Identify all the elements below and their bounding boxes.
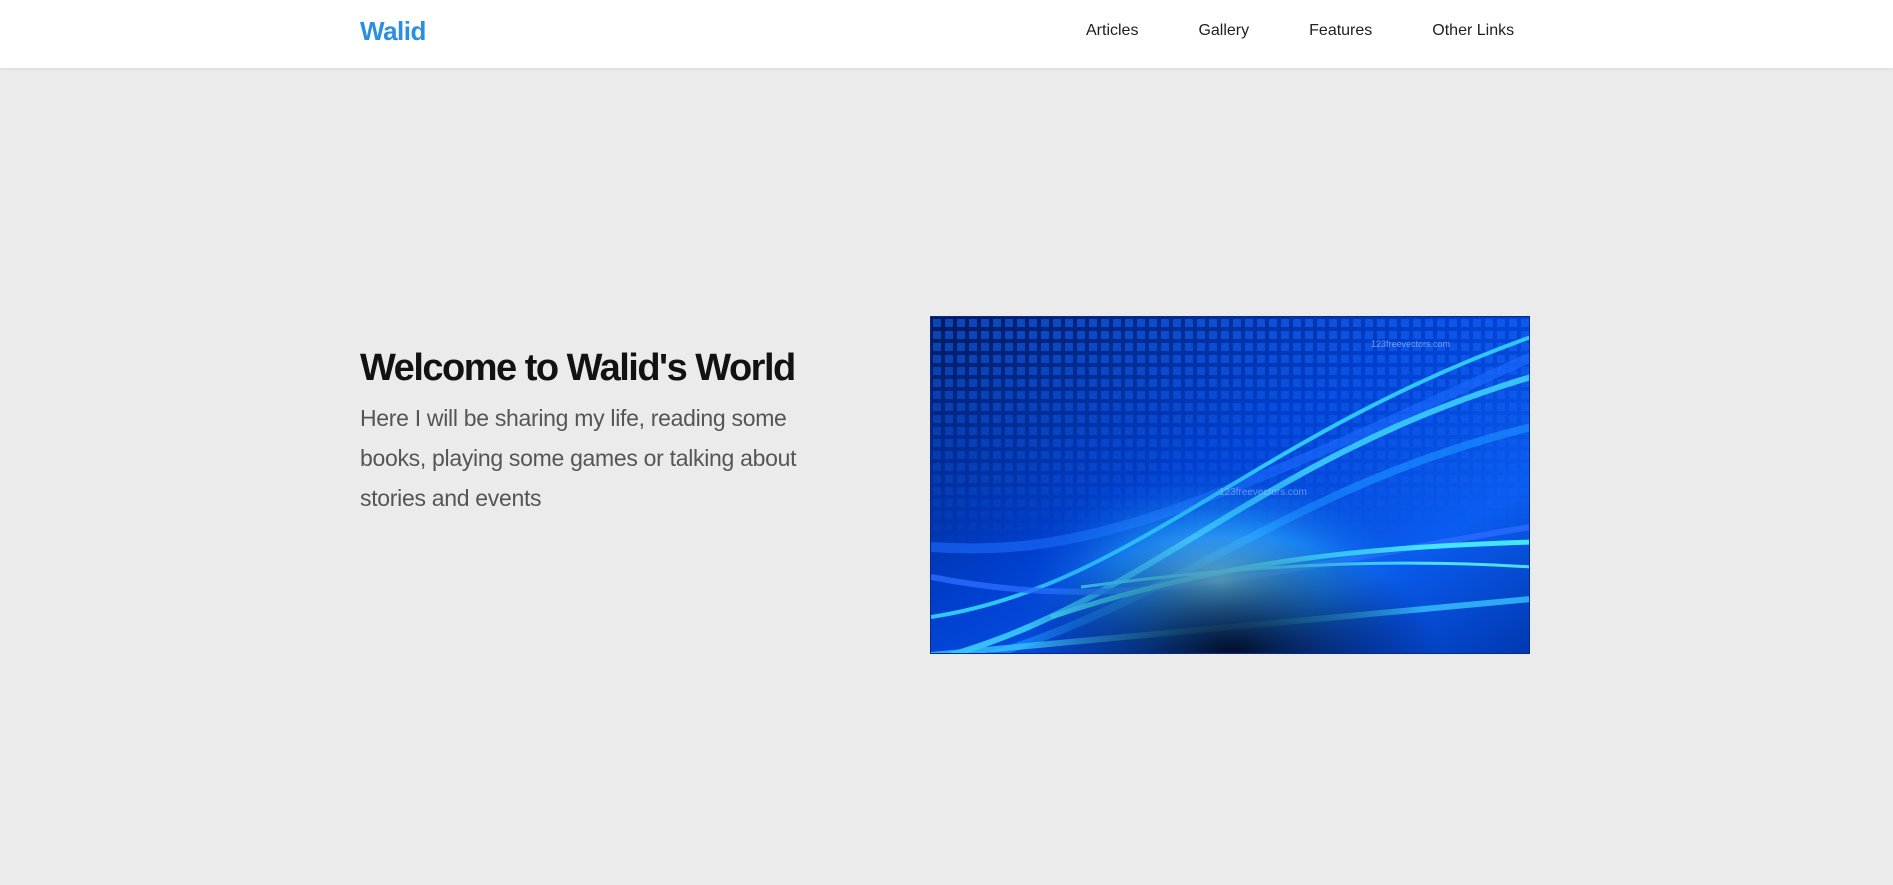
site-header: Walid Articles Gallery Features Other Li…: [0, 0, 1893, 68]
main-nav: Articles Gallery Features Other Links: [1086, 22, 1514, 40]
image-watermark-center: 123freevectors.com: [1219, 487, 1307, 498]
nav-link-gallery[interactable]: Gallery: [1198, 22, 1249, 40]
nav-link-features[interactable]: Features: [1309, 22, 1372, 40]
nav-link-other-links[interactable]: Other Links: [1432, 22, 1514, 40]
hero-text: Welcome to Walid's World Here I will be …: [360, 346, 830, 518]
hero-subtitle: Here I will be sharing my life, reading …: [360, 404, 797, 511]
site-logo[interactable]: Walid: [360, 16, 426, 47]
abstract-wave-image: 123freevectors.com 123freevectors.com: [931, 317, 1529, 653]
hero-title: Welcome to Walid's World: [360, 347, 796, 389]
image-watermark: 123freevectors.com: [1371, 339, 1450, 349]
nav-link-articles[interactable]: Articles: [1086, 22, 1138, 40]
hero-image: 123freevectors.com 123freevectors.com: [930, 316, 1530, 654]
